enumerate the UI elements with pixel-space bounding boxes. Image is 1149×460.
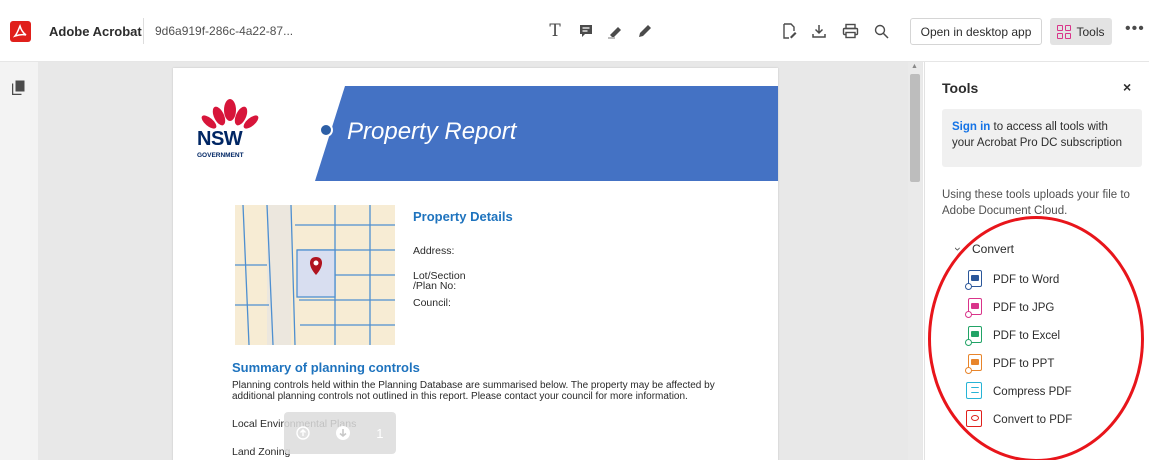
pdf-page: Property Report NSW GOVERNMENT Property … [173, 68, 778, 460]
add-text-tool-button[interactable]: T [542, 18, 568, 44]
fill-sign-icon [783, 23, 797, 39]
tool-label: PDF to Excel [993, 330, 1061, 342]
tool-convert-to-pdf[interactable]: Convert to PDF [965, 408, 1072, 432]
toolbar-divider [143, 18, 144, 44]
document-viewer[interactable]: Property Report NSW GOVERNMENT Property … [38, 62, 923, 460]
plan-no-label: /Plan No: [413, 280, 457, 292]
page-navigation-overlay[interactable]: 1 [284, 412, 396, 454]
report-title: Property Report [347, 118, 517, 145]
tool-label: Compress PDF [993, 386, 1072, 398]
tool-pdf-to-excel[interactable]: PDF to Excel [965, 324, 1060, 348]
property-map [235, 205, 395, 345]
draw-tool-button[interactable] [632, 18, 658, 44]
tool-label: PDF to PPT [993, 358, 1055, 370]
fill-sign-button[interactable] [776, 18, 802, 44]
search-icon [874, 24, 889, 39]
convert-section-label[interactable]: Convert [972, 242, 1014, 256]
highlight-tool-button[interactable] [603, 18, 629, 44]
banner-dot [319, 123, 333, 137]
summary-body: Planning controls held within the Planni… [232, 380, 715, 402]
tool-pdf-to-word[interactable]: PDF to Word [965, 268, 1059, 292]
page-thumbnails-icon[interactable] [12, 80, 25, 95]
download-icon [812, 25, 826, 38]
tool-pdf-to-ppt[interactable]: PDF to PPT [965, 352, 1054, 376]
tool-label: PDF to JPG [993, 302, 1055, 314]
left-rail [0, 62, 38, 460]
government-wordmark: GOVERNMENT [197, 152, 244, 159]
land-zoning-label: Land Zoning [232, 446, 291, 458]
tools-panel-title: Tools [942, 80, 979, 96]
pdf-to-ppt-icon [965, 354, 983, 374]
page-up-icon[interactable] [296, 426, 311, 440]
search-button[interactable] [868, 18, 894, 44]
close-panel-button[interactable]: × [1123, 79, 1131, 95]
property-details-title: Property Details [413, 209, 513, 224]
tool-compress-pdf[interactable]: Compress PDF [965, 380, 1072, 404]
top-toolbar: Adobe Acrobat 9d6a919f-286c-4a22-87... T… [0, 0, 1149, 62]
tools-button[interactable]: Tools [1050, 18, 1112, 45]
print-button[interactable] [837, 18, 863, 44]
tool-label: PDF to Word [993, 274, 1060, 286]
page-down-icon[interactable] [335, 425, 351, 441]
page-number[interactable]: 1 [376, 426, 383, 441]
tools-panel: Tools × Sign in to access all tools with… [924, 62, 1149, 460]
vertical-scrollbar[interactable]: ▲ [908, 62, 922, 460]
scrollbar-thumb[interactable] [910, 74, 920, 182]
address-label: Address: [413, 245, 455, 257]
acrobat-logo-icon[interactable] [10, 21, 31, 42]
comment-tool-button[interactable] [573, 18, 599, 44]
text-tool-glyph: T [549, 21, 561, 41]
highlighter-icon [608, 27, 621, 39]
summary-title: Summary of planning controls [232, 360, 420, 375]
upload-notice: Using these tools uploads your file to A… [942, 189, 1130, 217]
more-options-button[interactable]: ••• [1125, 20, 1145, 38]
tools-button-label: Tools [1076, 24, 1105, 39]
tools-grid-icon [1057, 24, 1072, 39]
app-name: Adobe Acrobat [49, 24, 142, 39]
printer-icon [842, 23, 858, 39]
tool-label: Convert to PDF [993, 414, 1073, 426]
pdf-to-excel-icon [965, 326, 983, 346]
pdf-to-jpg-icon [965, 298, 983, 318]
convert-to-pdf-icon [965, 410, 983, 430]
download-button[interactable] [806, 18, 832, 44]
scroll-up-arrow-icon[interactable]: ▲ [911, 63, 918, 70]
sign-in-link[interactable]: Sign in [952, 121, 990, 133]
chevron-down-icon[interactable]: › [951, 247, 965, 251]
council-label: Council: [413, 297, 451, 309]
pencil-icon [639, 25, 651, 37]
document-name[interactable]: 9d6a919f-286c-4a22-87... [155, 24, 293, 38]
pdf-to-word-icon [965, 270, 983, 290]
comment-icon [580, 25, 592, 37]
nsw-wordmark: NSW [197, 128, 243, 150]
signin-prompt: Sign in to access all tools with your Ac… [942, 109, 1142, 167]
compress-pdf-icon [965, 382, 983, 402]
open-in-desktop-app-button[interactable]: Open in desktop app [910, 18, 1042, 45]
tool-pdf-to-jpg[interactable]: PDF to JPG [965, 296, 1054, 320]
